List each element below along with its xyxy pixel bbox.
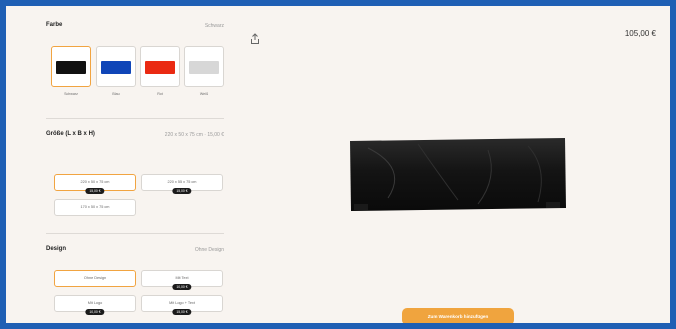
swatch-label: Rot [157, 92, 163, 96]
share-icon[interactable] [249, 33, 261, 47]
swatch-color-bar [56, 61, 86, 74]
option-label: Mit Logo [87, 301, 103, 305]
size-section-title: Größe (L x B x H) [46, 131, 95, 137]
design-section-title: Design [46, 246, 67, 252]
swatch-color-bar [145, 61, 175, 74]
design-selected-value: Ohne Design [194, 247, 224, 253]
swatch-label: Weiß [199, 92, 209, 96]
color-swatch-weiss[interactable] [184, 46, 224, 87]
option-label: 170 x 50 x 75 cm [80, 205, 110, 209]
option-label: Mit Logo + Text [169, 301, 195, 305]
section-divider [46, 118, 224, 119]
color-swatch-schwarz[interactable] [51, 46, 91, 87]
option-price-badge: 10,00 € [85, 309, 105, 315]
section-divider [46, 233, 224, 234]
option-label: Ohne Design [83, 276, 107, 280]
option-price-badge: 15,00 € [172, 188, 192, 194]
option-label: 220 x 55 x 75 cm [167, 180, 197, 184]
options-panel: Farbe Schwarz Schwarz Blau Rot Weiß Größ… [6, 6, 234, 323]
configurator-page: Farbe Schwarz Schwarz Blau Rot Weiß Größ… [6, 6, 670, 323]
swatch-color-bar [101, 61, 131, 74]
size-option-220x55[interactable]: 220 x 55 x 75 cm 15,00 € [141, 174, 223, 194]
option-label: 220 x 50 x 75 cm [80, 180, 110, 184]
design-option-ohne-design[interactable]: Ohne Design [54, 270, 136, 287]
option-price-badge: 10,00 € [172, 284, 192, 290]
option-price-badge: 15,00 € [172, 309, 192, 315]
option-label: Mit Text [175, 276, 189, 280]
swatch-label: Blau [112, 92, 120, 96]
design-option-mit-text[interactable]: Mit Text 10,00 € [141, 270, 223, 290]
color-selected-value: Schwarz [204, 23, 224, 29]
product-image [348, 138, 567, 213]
swatch-color-bar [189, 61, 219, 74]
option-price-badge: 15,00 € [85, 188, 105, 194]
size-option-220x50[interactable]: 220 x 50 x 75 cm 15,00 € [54, 174, 136, 194]
color-swatch-rot[interactable] [140, 46, 180, 87]
design-option-mit-logo-text[interactable]: Mit Logo + Text 15,00 € [141, 295, 223, 315]
size-option-170x50[interactable]: 170 x 50 x 75 cm [54, 199, 136, 216]
product-price: 105,00 € [624, 29, 656, 38]
add-to-cart-button[interactable]: Zum Warenkorb hinzufügen [402, 308, 514, 323]
swatch-label: Schwarz [64, 92, 78, 96]
color-section-title: Farbe [46, 22, 63, 28]
design-option-mit-logo[interactable]: Mit Logo 10,00 € [54, 295, 136, 315]
size-selected-value: 220 x 50 x 75 cm · 15,00 € [164, 132, 224, 138]
color-swatch-blau[interactable] [96, 46, 136, 87]
